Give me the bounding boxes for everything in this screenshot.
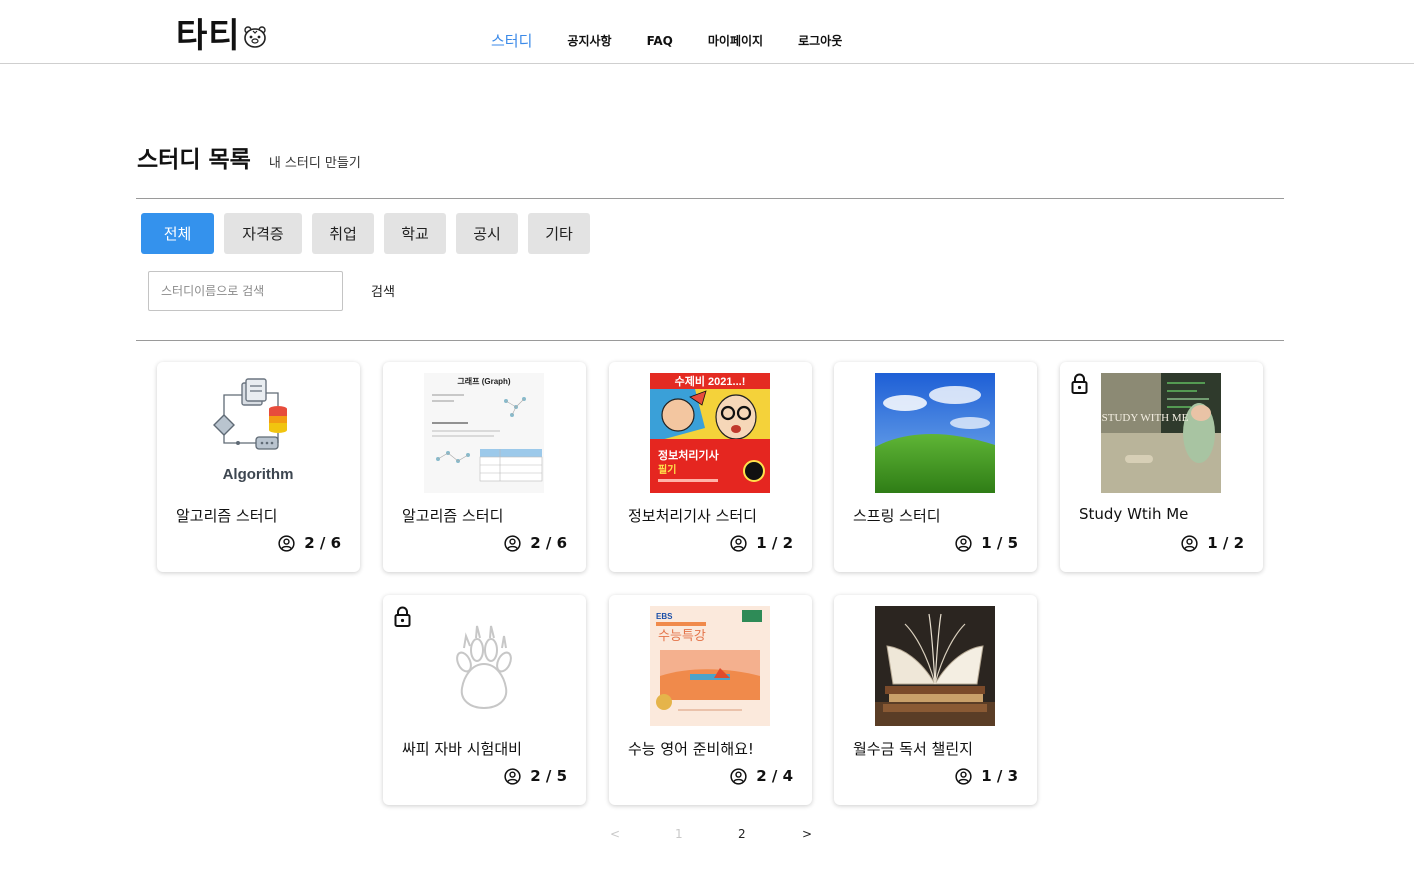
image-caption: 수제비 2021...!	[675, 374, 746, 388]
title-row: 스터디 목록 내 스터디 만들기	[137, 140, 361, 174]
tab-employment[interactable]: 취업	[312, 213, 374, 254]
member-count: 1 / 5	[955, 534, 1018, 552]
study-card[interactable]: STUDY WITH ME Study Wtih Me 1 / 2	[1060, 362, 1263, 572]
study-card[interactable]: EBS 수능특강 수능 영어 준비해요! 2 / 4	[609, 595, 812, 805]
top-divider	[136, 198, 1284, 199]
nav-logout[interactable]: 로그아웃	[798, 32, 842, 49]
study-title: 스프링 스터디	[853, 507, 941, 525]
nav-study[interactable]: 스터디	[491, 30, 532, 51]
study-title: 싸피 자바 시험대비	[402, 740, 522, 758]
study-title: 월수금 독서 챌린지	[853, 740, 973, 758]
create-study-link[interactable]: 내 스터디 만들기	[269, 152, 361, 171]
study-card[interactable]: 수제비 2021...! 정보처리기사 필기 정보처리기사 스터디 1 / 2	[609, 362, 812, 572]
site-header: 타티 스터디 공지사항 FAQ 마이페이지 로그아웃	[0, 0, 1414, 64]
pagination-page-1[interactable]: 1	[675, 827, 683, 841]
member-count: 2 / 6	[504, 534, 567, 552]
member-count: 2 / 4	[730, 767, 793, 785]
pagination: < 1 2 >	[0, 827, 1414, 845]
ebs-book-cover-image: EBS 수능특강	[650, 606, 770, 726]
svg-text:필기: 필기	[658, 463, 676, 476]
bottom-divider	[136, 340, 1284, 341]
study-thumbnail: 수제비 2021...! 정보처리기사 필기	[650, 373, 770, 493]
member-count-value: 2 / 5	[530, 767, 567, 785]
search-input[interactable]	[148, 271, 343, 311]
person-icon	[730, 534, 747, 552]
member-count-value: 1 / 2	[756, 534, 793, 552]
main-nav: 스터디 공지사항 FAQ 마이페이지 로그아웃	[475, 30, 877, 51]
logo-text: 타티	[176, 16, 241, 56]
person-icon	[1181, 534, 1198, 552]
study-card[interactable]: 스프링 스터디 1 / 5	[834, 362, 1037, 572]
person-icon	[278, 534, 295, 552]
algorithm-diagram-image: Algorithm	[198, 373, 318, 493]
person-icon	[504, 534, 521, 552]
member-count-value: 2 / 4	[756, 767, 793, 785]
study-title: Study Wtih Me	[1079, 505, 1189, 523]
study-title: 수능 영어 준비해요!	[628, 740, 754, 758]
tab-etc[interactable]: 기타	[528, 213, 590, 254]
study-title: 알고리즘 스터디	[402, 507, 504, 525]
open-books-image	[875, 606, 995, 726]
image-caption: 수능특강	[658, 628, 706, 643]
person-icon	[504, 767, 521, 785]
lock-icon	[1071, 373, 1088, 394]
tiger-face-icon	[243, 25, 266, 48]
study-with-me-image: STUDY WITH ME	[1101, 373, 1221, 493]
study-card[interactable]: Algorithm 알고리즘 스터디 2 / 6	[157, 362, 360, 572]
tab-all[interactable]: 전체	[141, 213, 214, 254]
person-icon	[730, 767, 747, 785]
member-count: 2 / 6	[278, 534, 341, 552]
study-thumbnail: EBS 수능특강	[650, 606, 770, 726]
member-count: 2 / 5	[504, 767, 567, 785]
image-caption: STUDY WITH ME	[1102, 412, 1189, 424]
study-title: 알고리즘 스터디	[176, 507, 278, 525]
paw-print-image	[424, 606, 544, 726]
pagination-next-button[interactable]: >	[802, 827, 812, 841]
exam-book-cover-image: 수제비 2021...! 정보처리기사 필기	[650, 373, 770, 493]
person-icon	[955, 534, 972, 552]
member-count-value: 1 / 2	[1207, 534, 1244, 552]
category-tabs: 전체 자격증 취업 학교 공시 기타	[141, 213, 600, 254]
member-count-value: 1 / 5	[981, 534, 1018, 552]
study-thumbnail: 그래프 (Graph)	[424, 373, 544, 493]
tab-certificate[interactable]: 자격증	[224, 213, 302, 254]
image-caption: Algorithm	[223, 466, 294, 483]
nav-faq[interactable]: FAQ	[647, 34, 673, 48]
graph-document-image: 그래프 (Graph)	[424, 373, 544, 493]
member-count: 1 / 2	[1181, 534, 1244, 552]
study-thumbnail	[875, 373, 995, 493]
study-thumbnail: STUDY WITH ME	[1101, 373, 1221, 493]
member-count: 1 / 3	[955, 767, 1018, 785]
green-hill-landscape-image	[875, 373, 995, 493]
member-count-value: 2 / 6	[304, 534, 341, 552]
lock-icon	[394, 606, 411, 627]
logo[interactable]: 타티	[176, 8, 267, 57]
study-card[interactable]: 월수금 독서 챌린지 1 / 3	[834, 595, 1037, 805]
nav-mypage[interactable]: 마이페이지	[708, 32, 763, 49]
study-thumbnail: Algorithm	[198, 373, 318, 493]
svg-text:EBS: EBS	[656, 612, 673, 621]
tab-civil-exam[interactable]: 공시	[456, 213, 518, 254]
pagination-page-2[interactable]: 2	[738, 827, 746, 841]
study-thumbnail	[424, 606, 544, 726]
study-thumbnail	[875, 606, 995, 726]
page-title: 스터디 목록	[137, 147, 251, 173]
member-count: 1 / 2	[730, 534, 793, 552]
pagination-prev-button[interactable]: <	[610, 827, 620, 841]
search-button[interactable]: 검색	[371, 281, 395, 300]
tab-school[interactable]: 학교	[384, 213, 446, 254]
svg-text:정보처리기사: 정보처리기사	[658, 448, 720, 462]
image-caption: 그래프 (Graph)	[457, 376, 511, 386]
study-card[interactable]: 싸피 자바 시험대비 2 / 5	[383, 595, 586, 805]
person-icon	[955, 767, 972, 785]
member-count-value: 2 / 6	[530, 534, 567, 552]
study-card[interactable]: 그래프 (Graph) 알고리즘 스터디 2 / 6	[383, 362, 586, 572]
study-title: 정보처리기사 스터디	[628, 507, 757, 525]
member-count-value: 1 / 3	[981, 767, 1018, 785]
nav-notice[interactable]: 공지사항	[567, 32, 611, 49]
